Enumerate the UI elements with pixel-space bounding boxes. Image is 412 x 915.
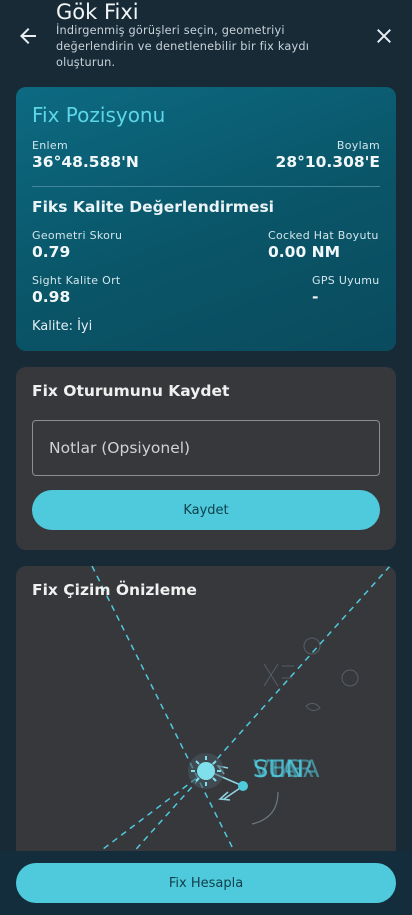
body-dot [238, 781, 248, 791]
latitude-label: Enlem [32, 139, 68, 152]
notes-field[interactable] [32, 420, 380, 476]
save-session-title: Fix Oturumunu Kaydet [32, 382, 230, 400]
cocked-hat-label: Cocked Hat Boyutu [268, 229, 379, 242]
page-subtitle: İndirgenmiş görüşleri seçin, geometriyi … [56, 24, 310, 69]
lop-line-2 [120, 566, 391, 867]
latitude-value: 36°48.588'N [32, 153, 139, 171]
fix-position-card: Fix Pozisyonu Enlem 36°48.588'N Boylam 2… [16, 87, 396, 351]
save-session-card: Fix Oturumunu Kaydet Kaydet [16, 367, 396, 550]
page-title: Gök Fixi [56, 0, 139, 24]
arc-indicator [251, 791, 279, 825]
compass-faint-labels [263, 637, 359, 712]
gps-agreement-value: - [312, 288, 319, 306]
arrow-left-icon [20, 28, 36, 44]
close-button[interactable] [372, 24, 396, 48]
save-button[interactable]: Kaydet [32, 490, 380, 530]
divider [32, 186, 380, 187]
close-icon [377, 29, 391, 43]
sight-quality-value: 0.98 [32, 288, 71, 306]
sight-quality-label: Sight Kalite Ort [32, 274, 121, 287]
fix-plot-preview-title: Fix Çizim Önizleme [32, 581, 197, 599]
geometry-score-label: Geometri Skoru [32, 229, 123, 242]
body-label-star: STAR [253, 755, 314, 783]
geometry-score-value: 0.79 [32, 243, 71, 261]
cocked-hat-value: 0.00 NM [268, 243, 341, 261]
bottom-action-bar: Fix Hesapla [0, 851, 412, 915]
notes-input[interactable] [33, 421, 379, 475]
sun-icon [188, 753, 224, 789]
calculate-fix-button[interactable]: Fix Hesapla [16, 863, 396, 903]
longitude-value: 28°10.308'E [275, 153, 380, 171]
fix-position-title: Fix Pozisyonu [32, 103, 166, 127]
back-button[interactable] [16, 24, 40, 48]
app-header: Gök Fixi İndirgenmiş görüşleri seçin, ge… [0, 0, 412, 78]
quality-summary: Kalite: İyi [32, 319, 93, 334]
longitude-label: Boylam [336, 139, 380, 152]
gps-agreement-label: GPS Uyumu [312, 274, 380, 287]
quality-title: Fiks Kalite Değerlendirmesi [32, 198, 274, 216]
